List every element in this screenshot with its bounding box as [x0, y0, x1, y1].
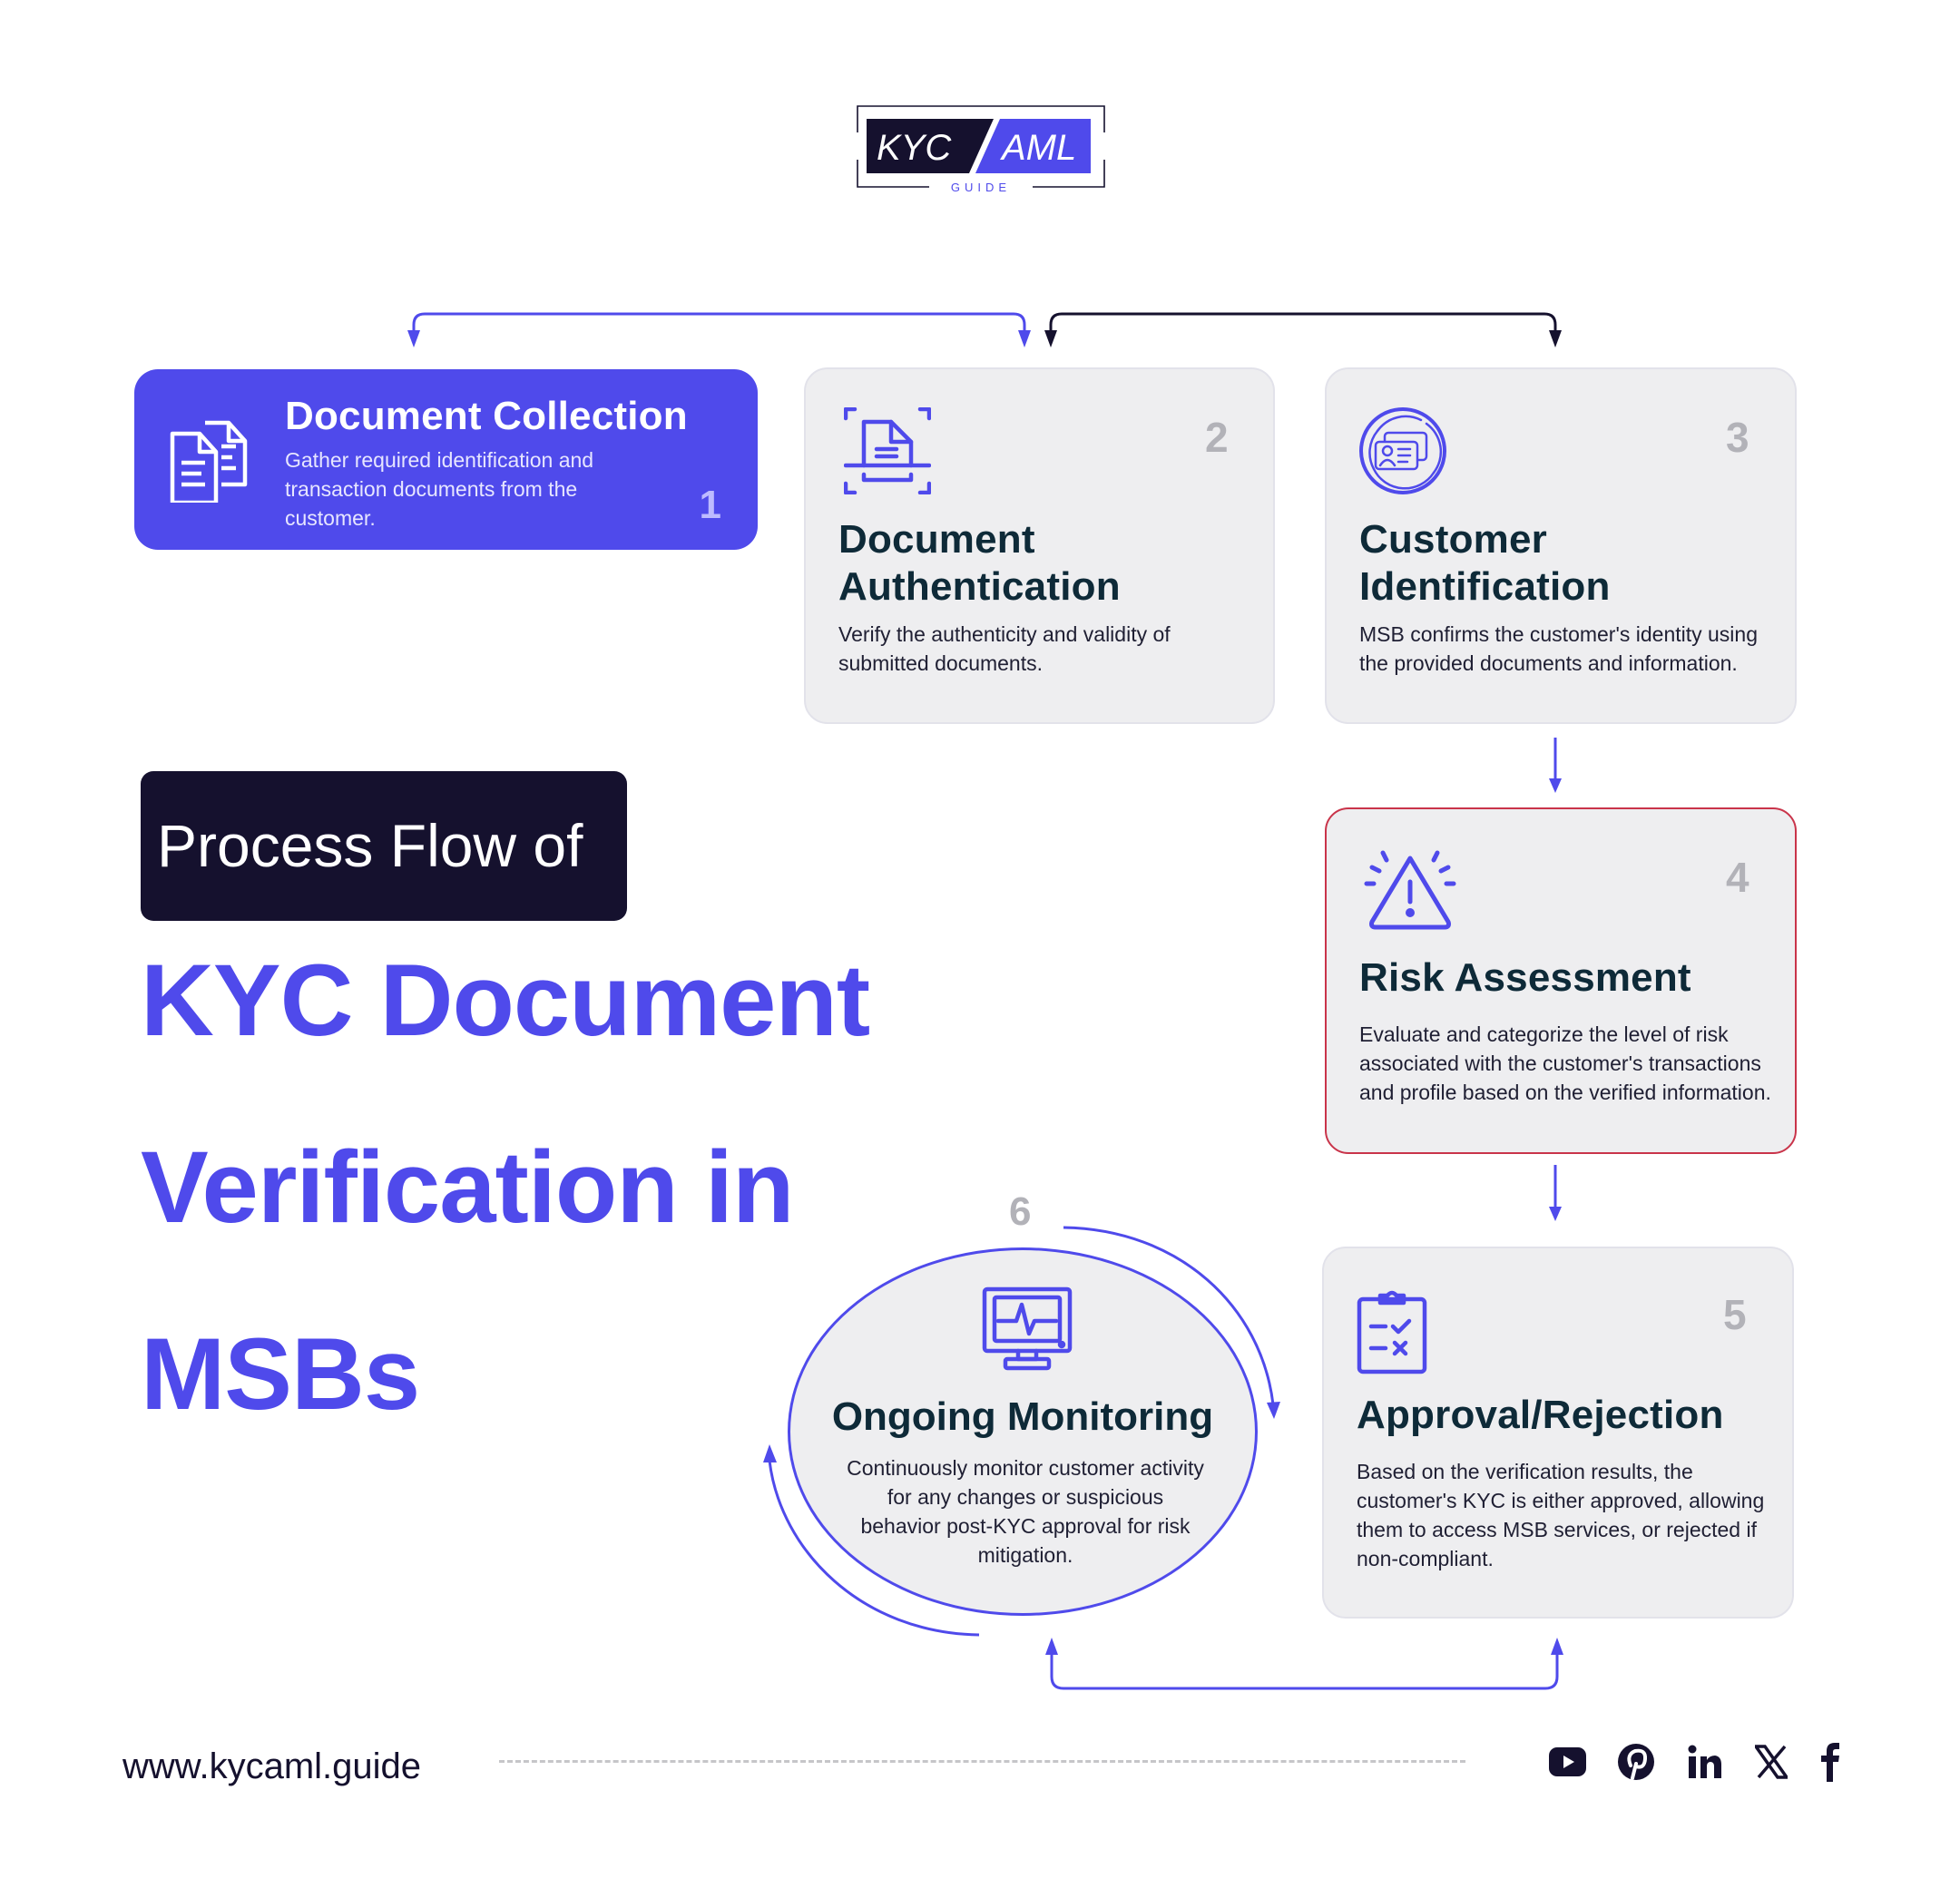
step-number: 3: [1726, 414, 1749, 461]
monitor-pulse-icon: [982, 1286, 1073, 1374]
step-card-risk-assessment: 4 Risk Assessment Evaluate and categoriz…: [1325, 807, 1797, 1154]
clipboard-checklist-icon: [1357, 1290, 1427, 1375]
step-description: Evaluate and categorize the level of ris…: [1359, 1022, 1771, 1104]
facebook-icon[interactable]: [1820, 1742, 1840, 1782]
youtube-icon[interactable]: [1549, 1742, 1586, 1782]
step-card-approval-rejection: 5 Approval/Rejection Based on the verifi…: [1322, 1247, 1794, 1619]
connector-5-to-6: [1045, 1638, 1563, 1690]
linkedin-icon[interactable]: [1688, 1742, 1722, 1782]
step-card-document-authentication: 2 Document Authentication Verify the aut…: [804, 367, 1275, 724]
kycaml-guide-logo: KYC AML GUIDE: [857, 105, 1105, 194]
documents-icon: [169, 416, 256, 503]
id-card-icon: [1357, 406, 1448, 496]
step-card-document-collection: Document Collection Gather required iden…: [134, 369, 758, 550]
connector-4-to-5: [1549, 1165, 1562, 1221]
step-description: MSB confirms the customer's identity usi…: [1359, 622, 1758, 675]
website-link[interactable]: www.kycaml.guide: [122, 1746, 421, 1787]
step-number: 4: [1726, 854, 1749, 901]
connector-3-to-4: [1549, 738, 1562, 793]
page-title-line: KYC Document: [141, 944, 870, 1057]
document-scan-icon: [844, 407, 931, 494]
step-number: 2: [1205, 414, 1229, 461]
connector-1-to-2: [407, 312, 1031, 347]
logo-guide-text: GUIDE: [951, 181, 1011, 194]
footer-divider: [499, 1760, 1465, 1763]
step-number: 5: [1723, 1291, 1747, 1338]
warning-alert-icon: [1363, 849, 1457, 931]
headline-badge-text: Process Flow of: [157, 812, 583, 879]
step-title: Document Collection: [285, 394, 688, 438]
page-title: KYC Document Verification in MSBs: [141, 907, 957, 1468]
page-title-line: MSBs: [141, 1317, 420, 1431]
connector-2-to-3: [1044, 312, 1562, 347]
step-number: 6: [1009, 1189, 1032, 1234]
headline-badge: Process Flow of: [141, 771, 627, 921]
page-title-line: Verification in: [141, 1130, 794, 1244]
step-title: Document Authentication: [838, 517, 1121, 609]
logo-aml-text: AML: [1000, 128, 1076, 168]
step-description: Based on the verification results, the c…: [1357, 1460, 1765, 1570]
pinterest-icon[interactable]: [1617, 1742, 1655, 1782]
step-title: Risk Assessment: [1359, 955, 1691, 1000]
step-description: Continuously monitor customer activity f…: [847, 1456, 1204, 1567]
step-number: 1: [699, 483, 721, 527]
logo-kyc-text: KYC: [877, 128, 952, 168]
step-description: Gather required identification and trans…: [285, 448, 594, 530]
step-card-customer-identification: 3 Customer Identification MSB confirms t…: [1325, 367, 1797, 724]
step-title: Approval/Rejection: [1357, 1393, 1724, 1437]
step-title: Customer Identification: [1359, 517, 1611, 609]
x-icon[interactable]: [1755, 1742, 1788, 1782]
step-description: Verify the authenticity and validity of …: [838, 622, 1171, 675]
